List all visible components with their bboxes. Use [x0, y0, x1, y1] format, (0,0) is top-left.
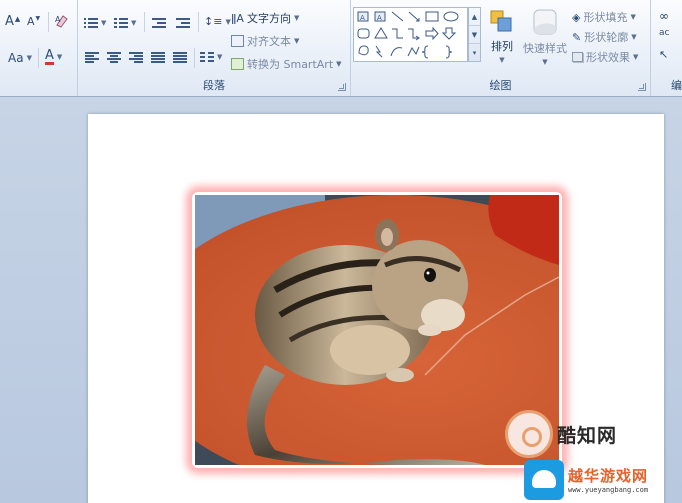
- columns-icon: [200, 51, 214, 62]
- shape-effects-icon: [572, 52, 583, 62]
- text-direction-button[interactable]: ǁA 文字方向 ▼: [231, 10, 299, 26]
- drawing-group-label: 绘图: [489, 79, 512, 92]
- bullets-button[interactable]: ▼: [84, 17, 106, 28]
- change-case-button[interactable]: Aa ▼: [8, 51, 32, 65]
- arrange-button[interactable]: 排列 ▼: [487, 8, 517, 64]
- replace-icon: ac: [659, 28, 670, 38]
- shrink-font-button[interactable]: A ▼: [27, 15, 40, 28]
- line-spacing-button[interactable]: ↕≡ ▼: [204, 15, 231, 28]
- gallery-scroll[interactable]: ▲ ▼ ▾: [468, 7, 481, 62]
- gallery-up-icon[interactable]: ▲: [469, 8, 480, 26]
- shapes-gallery[interactable]: A A: [353, 7, 468, 62]
- paragraph-group: ▼ ▼ ↕≡ ▼ ǁA 文字方向 ▼ ▼ 对齐文本 ▼ 转换为 SmartArt…: [78, 0, 351, 96]
- drawing-dialog-launcher-icon[interactable]: [638, 83, 646, 91]
- numbering-button[interactable]: ▼: [114, 17, 136, 28]
- watermark-2-logo-icon: [524, 459, 564, 500]
- align-right-icon: [129, 51, 143, 63]
- watermark-site-1: 酷知网: [505, 410, 617, 458]
- select-button[interactable]: ↖: [659, 48, 668, 61]
- justify-icon: [151, 51, 165, 63]
- quick-styles-icon: [533, 9, 557, 35]
- increase-indent-icon: [176, 17, 190, 28]
- paint-bucket-icon: ◈: [572, 10, 581, 24]
- editing-group-label: 编: [671, 79, 682, 92]
- svg-text:A: A: [377, 14, 382, 22]
- clear-formatting-icon[interactable]: A: [54, 13, 70, 29]
- watermark-site-2: 越华游戏网 www.yueyangbang.com: [524, 456, 682, 503]
- distributed-icon: [173, 51, 187, 63]
- shape-outline-button[interactable]: ✎ 形状轮廓 ▼: [572, 29, 637, 45]
- arrange-icon: [490, 10, 512, 32]
- cursor-arrow-icon: ↖: [659, 48, 669, 61]
- font-group: A ▲ A ▼ A Aa ▼ A ▼: [0, 0, 78, 96]
- watermark-logo-icon: [505, 410, 553, 458]
- editing-group: ∞ ac ↖ 编: [651, 0, 682, 96]
- replace-button[interactable]: ac: [659, 28, 669, 38]
- gallery-down-icon[interactable]: ▼: [469, 26, 480, 44]
- align-left-button[interactable]: [85, 51, 99, 63]
- decrease-indent-button[interactable]: [152, 17, 166, 28]
- gallery-more-icon[interactable]: ▾: [469, 44, 480, 62]
- align-text-button[interactable]: 对齐文本 ▼: [231, 33, 299, 49]
- pencil-icon: ✎: [572, 30, 582, 44]
- align-text-icon: [231, 35, 244, 47]
- slide-workspace: 酷知网: [0, 97, 682, 503]
- align-center-button[interactable]: [107, 51, 121, 63]
- distributed-button[interactable]: [173, 51, 187, 63]
- quick-styles-button[interactable]: 快速样式 ▼: [522, 8, 568, 66]
- align-right-button[interactable]: [129, 51, 143, 63]
- shapes-gallery-icons: A A: [357, 11, 459, 59]
- smartart-icon: [231, 58, 244, 70]
- grow-font-button[interactable]: A ▲: [5, 14, 20, 29]
- svg-text:A: A: [55, 15, 61, 24]
- justify-button[interactable]: [151, 51, 165, 63]
- numbering-icon: [114, 17, 128, 28]
- paragraph-group-label: 段落: [203, 79, 225, 92]
- find-button[interactable]: ∞: [659, 9, 669, 23]
- increase-indent-button[interactable]: [176, 17, 190, 28]
- align-left-icon: [85, 51, 99, 63]
- shape-fill-button[interactable]: ◈ 形状填充 ▼: [572, 9, 636, 25]
- align-center-icon: [107, 51, 121, 63]
- shape-effects-button[interactable]: 形状效果 ▼: [572, 49, 638, 65]
- paragraph-dialog-launcher-icon[interactable]: [338, 83, 346, 91]
- text-direction-icon: ǁA: [231, 11, 244, 25]
- svg-text:A: A: [360, 14, 365, 22]
- columns-button[interactable]: ▼: [200, 51, 222, 62]
- ribbon: A ▲ A ▼ A Aa ▼ A ▼ ▼ ▼ ↕≡ ▼ ǁA 文字方向 ▼ ▼ …: [0, 0, 682, 97]
- decrease-indent-icon: [152, 17, 166, 28]
- bullets-icon: [84, 17, 98, 28]
- convert-smartart-button[interactable]: 转换为 SmartArt ▼: [231, 56, 342, 72]
- line-spacing-icon: ↕≡: [204, 15, 223, 28]
- binoculars-icon: ∞: [659, 9, 669, 23]
- font-color-button[interactable]: A ▼: [45, 49, 62, 65]
